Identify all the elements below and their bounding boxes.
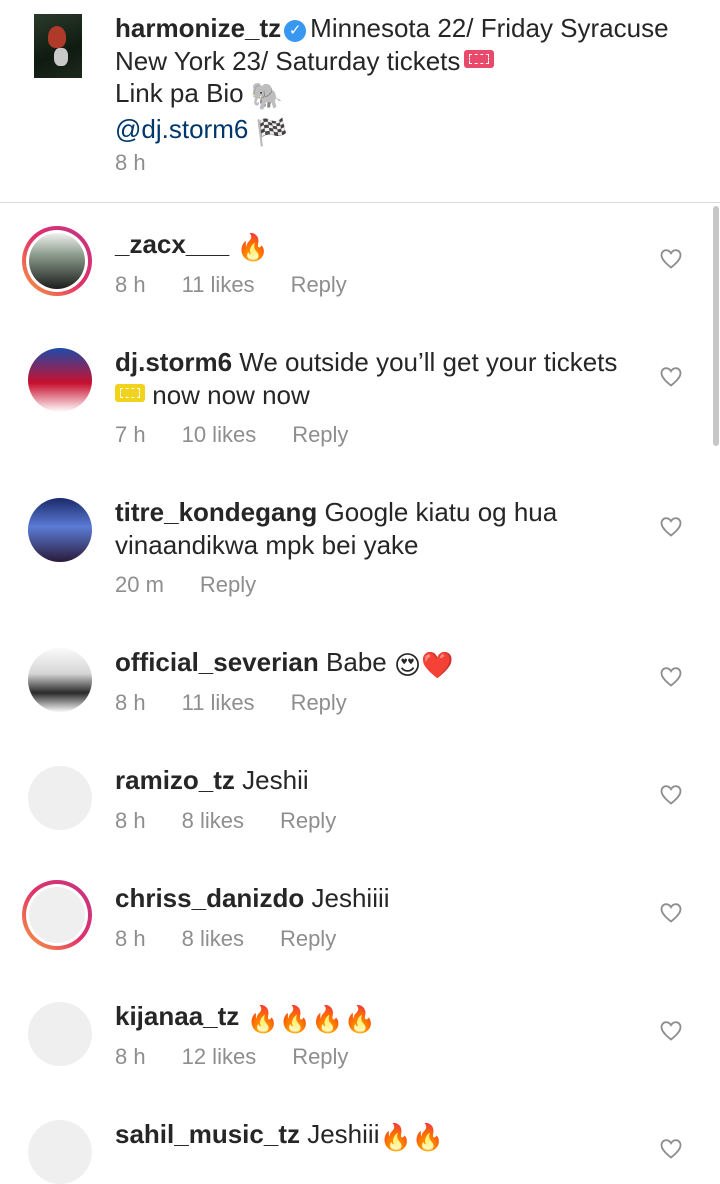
avatar[interactable] bbox=[28, 1002, 92, 1066]
reply-button[interactable]: Reply bbox=[280, 808, 336, 833]
reply-button[interactable]: Reply bbox=[292, 1044, 348, 1069]
comment-text: Jeshiii bbox=[307, 1119, 380, 1149]
avatar[interactable] bbox=[28, 348, 92, 412]
comment-likes[interactable]: 8 likes bbox=[182, 808, 244, 833]
comment-username[interactable]: chriss_danizdo bbox=[115, 883, 304, 913]
comment-text-2: now now now bbox=[152, 379, 310, 410]
heart-eyes-emoji: 😍❤️ bbox=[393, 650, 454, 680]
reply-button[interactable]: Reply bbox=[291, 272, 347, 297]
verified-badge-icon: ✓ bbox=[284, 20, 307, 42]
comment-text: We outside you’ll get your tickets bbox=[239, 347, 618, 377]
comment-time: 7 h bbox=[115, 422, 146, 447]
author-avatar[interactable] bbox=[34, 14, 82, 78]
fire-emoji: 🔥 bbox=[236, 232, 269, 262]
elephant-icon: 🐘 bbox=[250, 81, 284, 111]
heart-outline-icon[interactable] bbox=[659, 1019, 683, 1043]
comment-meta: 8 h 12 likes Reply bbox=[115, 1044, 384, 1070]
comment-username[interactable]: kijanaa_tz bbox=[115, 1001, 239, 1031]
reply-button[interactable]: Reply bbox=[200, 572, 256, 597]
comment-username[interactable]: titre_kondegang bbox=[115, 497, 317, 527]
heart-outline-icon[interactable] bbox=[659, 515, 683, 539]
comment-meta: 7 h 10 likes Reply bbox=[115, 422, 384, 448]
comment-time: 8 h bbox=[115, 808, 146, 833]
comment-meta: 8 h 8 likes Reply bbox=[115, 808, 372, 834]
fire-emoji: 🔥🔥 bbox=[379, 1122, 445, 1152]
comment-time: 8 h bbox=[115, 272, 146, 297]
comment-username[interactable]: dj.storm6 bbox=[115, 347, 232, 377]
comment-username[interactable]: official_severian bbox=[115, 647, 319, 677]
avatar[interactable] bbox=[22, 880, 92, 950]
comment-likes[interactable]: 10 likes bbox=[182, 422, 257, 447]
comment-meta: 20 m Reply bbox=[115, 572, 292, 598]
heart-outline-icon[interactable] bbox=[659, 783, 683, 807]
comment-likes[interactable]: 11 likes bbox=[182, 690, 255, 715]
heart-outline-icon[interactable] bbox=[659, 901, 683, 925]
comment-meta: 8 h 11 likes Reply bbox=[115, 272, 383, 298]
reply-button[interactable]: Reply bbox=[280, 926, 336, 951]
comment-username[interactable]: sahil_music_tz bbox=[115, 1119, 300, 1149]
caption-line2: Link pa Bio bbox=[115, 78, 244, 108]
reply-button[interactable]: Reply bbox=[292, 422, 348, 447]
comment-username[interactable]: _zacx___ bbox=[115, 229, 229, 259]
ticket-icon bbox=[115, 383, 145, 402]
caption-timestamp: 8 h bbox=[115, 150, 146, 175]
comment-username[interactable]: ramizo_tz bbox=[115, 765, 235, 795]
avatar[interactable] bbox=[28, 766, 92, 830]
comment-likes[interactable]: 11 likes bbox=[182, 272, 255, 297]
comment-likes[interactable]: 8 likes bbox=[182, 926, 244, 951]
avatar[interactable] bbox=[22, 226, 92, 296]
comment-meta: 8 h 8 likes Reply bbox=[115, 926, 372, 952]
avatar[interactable] bbox=[28, 498, 92, 562]
checkered-flag-icon: 🏁 bbox=[255, 116, 288, 147]
heart-outline-icon[interactable] bbox=[659, 665, 683, 689]
comment-time: 8 h bbox=[115, 926, 146, 951]
ticket-icon bbox=[464, 49, 495, 68]
comment-meta: 8 h 11 likes Reply bbox=[115, 690, 383, 716]
divider bbox=[0, 202, 720, 203]
fire-emoji: 🔥🔥🔥🔥 bbox=[246, 1004, 377, 1034]
comment-time: 8 h bbox=[115, 690, 146, 715]
caption-mention[interactable]: @dj.storm6 bbox=[115, 114, 248, 144]
heart-outline-icon[interactable] bbox=[659, 365, 683, 389]
reply-button[interactable]: Reply bbox=[291, 690, 347, 715]
comment-time: 8 h bbox=[115, 1044, 146, 1069]
comment-text: Jeshii bbox=[242, 765, 309, 795]
post-caption: harmonize_tz ✓ Minnesota 22/ Friday Syracu… bbox=[0, 0, 720, 202]
heart-outline-icon[interactable] bbox=[659, 247, 683, 271]
avatar[interactable] bbox=[28, 648, 92, 712]
scrollbar[interactable] bbox=[713, 206, 719, 446]
comment-likes[interactable]: 12 likes bbox=[182, 1044, 257, 1069]
comment-text: Babe bbox=[326, 647, 387, 677]
comment-time: 20 m bbox=[115, 572, 164, 597]
comment-text: Jeshiiii bbox=[311, 883, 390, 913]
author-username[interactable]: harmonize_tz bbox=[115, 13, 281, 43]
caption-text: harmonize_tz ✓ Minnesota 22/ Friday Syracu… bbox=[115, 12, 675, 148]
avatar[interactable] bbox=[28, 1120, 92, 1184]
heart-outline-icon[interactable] bbox=[659, 1137, 683, 1161]
